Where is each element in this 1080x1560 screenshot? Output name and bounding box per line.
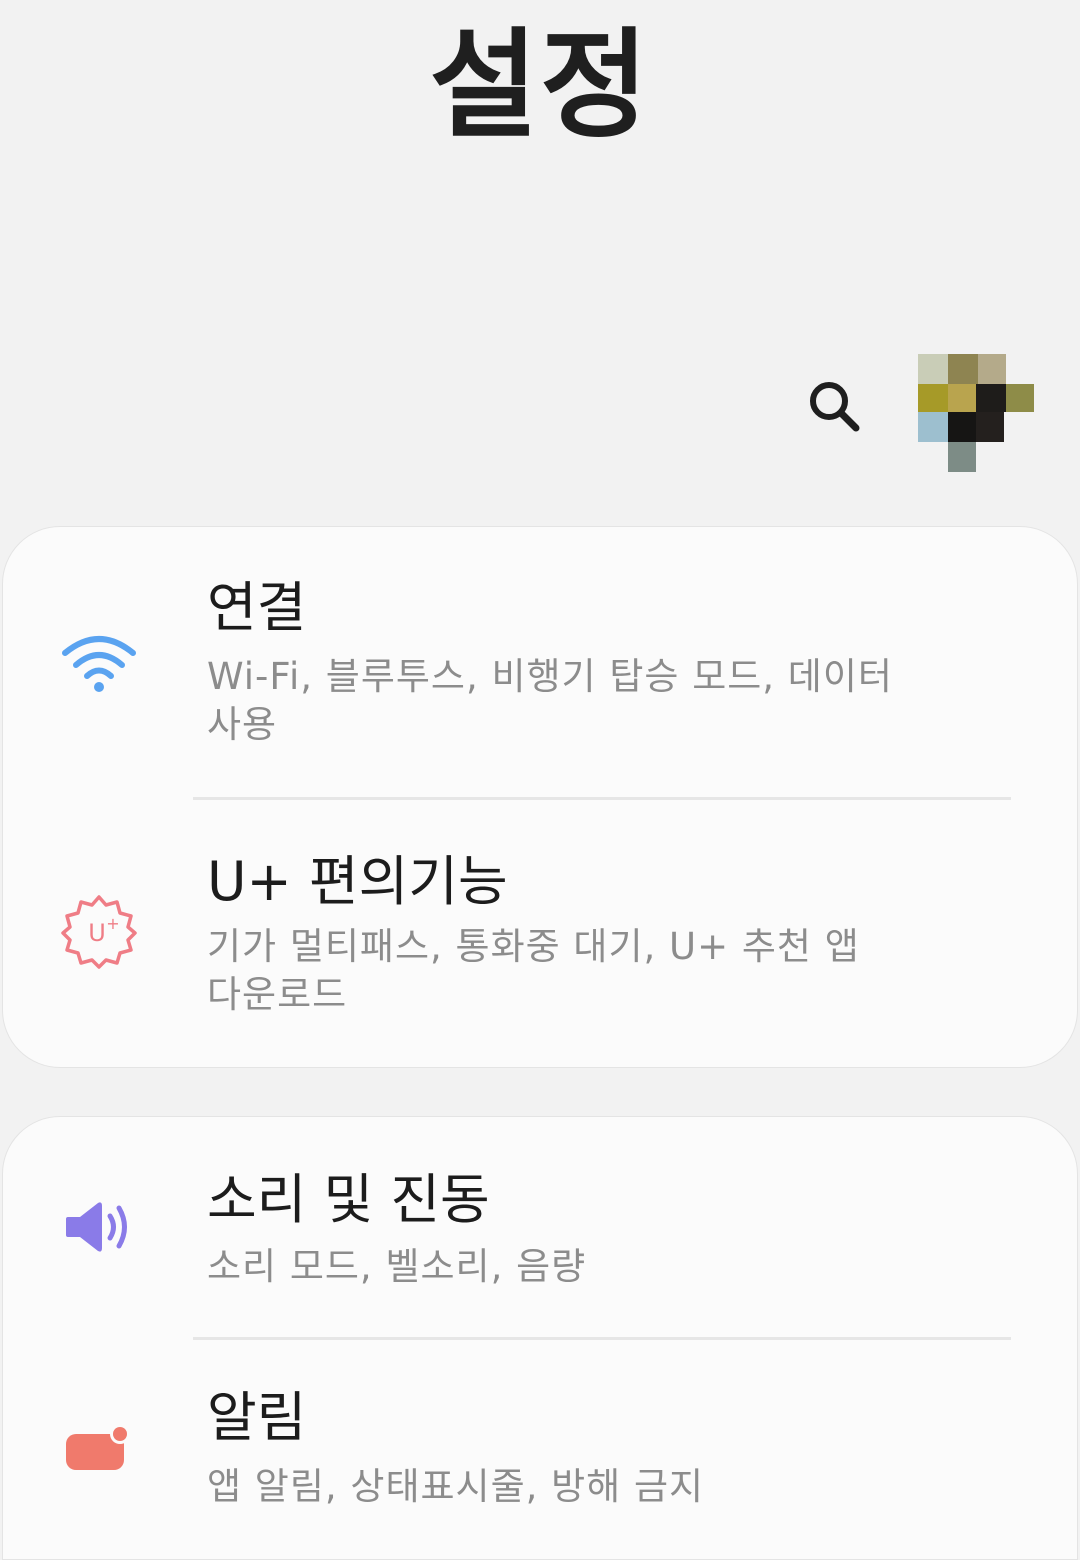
item-title: U+ 편의기능 <box>207 850 508 913</box>
wifi-icon <box>59 623 139 703</box>
avatar-image <box>918 354 1034 472</box>
item-title: 연결 <box>207 576 307 639</box>
speaker-icon <box>59 1187 139 1267</box>
profile-avatar[interactable] <box>918 354 1034 474</box>
notification-icon <box>59 1409 139 1489</box>
page-title: 설정 <box>429 16 651 154</box>
settings-card-sound-notifications: 소리 및 진동 소리 모드, 벨소리, 음량 알림 앱 알림, 상태표시줄, 방… <box>2 1116 1078 1560</box>
settings-item-connections[interactable]: 연결 Wi-Fi, 블루투스, 비행기 탑승 모드, 데이터 사용 <box>3 527 1077 797</box>
item-title: 소리 및 진동 <box>207 1168 490 1231</box>
item-subtitle: Wi-Fi, 블루투스, 비행기 탑승 모드, 데이터 사용 <box>207 655 893 746</box>
settings-card-connections: 연결 Wi-Fi, 블루투스, 비행기 탑승 모드, 데이터 사용 U + U+… <box>2 526 1078 1068</box>
item-subtitle: 소리 모드, 벨소리, 음량 <box>207 1245 587 1288</box>
search-button[interactable] <box>796 368 872 444</box>
search-icon <box>810 382 860 432</box>
settings-item-notifications[interactable]: 알림 앱 알림, 상태표시줄, 방해 금지 <box>3 1339 1077 1559</box>
uplus-gear-icon: U + <box>59 891 139 971</box>
settings-item-uplus-features[interactable]: U + U+ 편의기능 기가 멀티패스, 통화중 대기, U+ 추천 앱 다운로… <box>3 799 1077 1067</box>
svg-text:+: + <box>106 914 119 933</box>
item-title: 알림 <box>207 1386 307 1449</box>
item-subtitle: 기가 멀티패스, 통화중 대기, U+ 추천 앱 다운로드 <box>207 925 860 1016</box>
svg-text:U: U <box>88 919 106 947</box>
item-subtitle: 앱 알림, 상태표시줄, 방해 금지 <box>207 1465 705 1508</box>
settings-item-sound-vibration[interactable]: 소리 및 진동 소리 모드, 벨소리, 음량 <box>3 1117 1077 1337</box>
